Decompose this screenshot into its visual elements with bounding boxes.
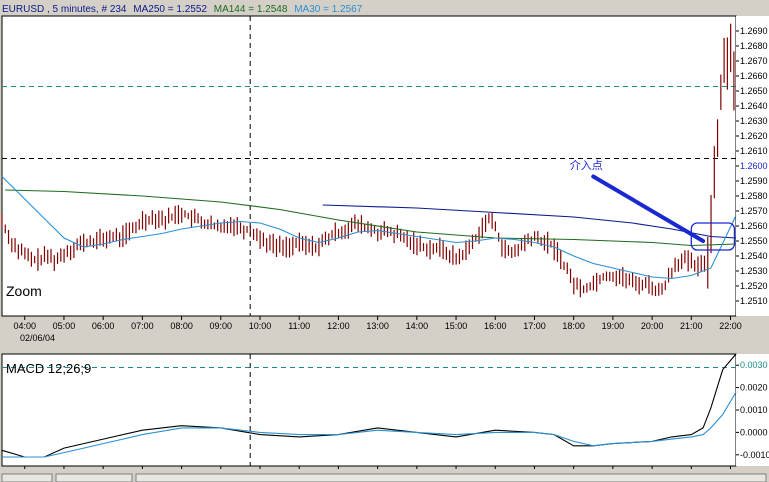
ma144-label: MA144 = 1.2548	[214, 4, 288, 15]
x-tick-label: 22:00	[719, 321, 742, 331]
y-tick-label: 1.2570	[740, 206, 768, 216]
macd-y-tick-label: -0.0010	[740, 450, 769, 460]
y-tick-label: 1.2590	[740, 176, 768, 186]
zoom-label[interactable]: Zoom	[6, 283, 42, 299]
y-tick-label: 1.2640	[740, 101, 768, 111]
x-tick-label: 20:00	[641, 321, 664, 331]
x-tick-label: 21:00	[680, 321, 703, 331]
y-tick-label: 1.2660	[740, 71, 768, 81]
x-tick-label: 05:00	[53, 321, 76, 331]
y-tick-label: 1.2560	[740, 221, 768, 231]
y-tick-label: 1.2520	[740, 281, 768, 291]
tab-2[interactable]	[55, 473, 133, 482]
y-tick-label: 1.2600	[740, 161, 768, 171]
y-tick-label: 1.2510	[740, 296, 768, 306]
date-label: 02/06/04	[20, 333, 55, 343]
y-tick-label: 1.2680	[740, 41, 768, 51]
macd-y-tick-label: 0.0000	[740, 427, 768, 437]
tab-3[interactable]	[135, 473, 767, 482]
x-tick-label: 11:00	[288, 321, 310, 331]
y-tick-label: 1.2610	[740, 146, 768, 156]
y-tick-label: 1.2620	[740, 131, 768, 141]
y-tick-label: 1.2580	[740, 191, 768, 201]
x-tick-label: 07:00	[131, 321, 154, 331]
macd-y-tick-label: 0.0020	[740, 383, 768, 393]
x-tick-label: 17:00	[523, 321, 546, 331]
x-tick-label: 08:00	[170, 321, 193, 331]
x-tick-label: 14:00	[406, 321, 429, 331]
macd-y-tick-label: 0.0030	[740, 360, 768, 370]
symbol-label: EURUSD , 5 minutes, # 234	[2, 4, 127, 15]
x-tick-label: 15:00	[445, 321, 468, 331]
macd-panel-label: MACD 12;26;9	[6, 361, 91, 376]
annotation-label: 介入点	[570, 159, 603, 172]
y-tick-label: 1.2690	[740, 26, 768, 36]
x-tick-label: 16:00	[484, 321, 507, 331]
chart-title: EURUSD , 5 minutes, # 234 MA250 = 1.2552…	[2, 4, 363, 15]
ma30-label: MA30 = 1.2567	[294, 4, 363, 15]
y-tick-label: 1.2530	[740, 266, 768, 276]
x-tick-label: 18:00	[562, 321, 585, 331]
chart-window: EURUSD , 5 minutes, # 234 MA250 = 1.2552…	[0, 0, 769, 482]
x-tick-label: 10:00	[249, 321, 272, 331]
y-tick-label: 1.2650	[740, 86, 768, 96]
x-tick-label: 06:00	[92, 321, 115, 331]
tab-1[interactable]	[1, 473, 53, 482]
x-tick-label: 09:00	[210, 321, 233, 331]
y-tick-label: 1.2630	[740, 116, 768, 126]
y-tick-label: 1.2670	[740, 56, 768, 66]
macd-y-tick-label: 0.0010	[740, 405, 768, 415]
ma250-label: MA250 = 1.2552	[133, 4, 207, 15]
y-tick-label: 1.2550	[740, 236, 768, 246]
y-tick-label: 1.2540	[740, 251, 768, 261]
x-tick-label: 12:00	[327, 321, 350, 331]
x-tick-label: 19:00	[602, 321, 625, 331]
x-tick-label: 13:00	[366, 321, 389, 331]
x-tick-label: 04:00	[13, 321, 36, 331]
macd-plot-area[interactable]	[1, 353, 737, 467]
